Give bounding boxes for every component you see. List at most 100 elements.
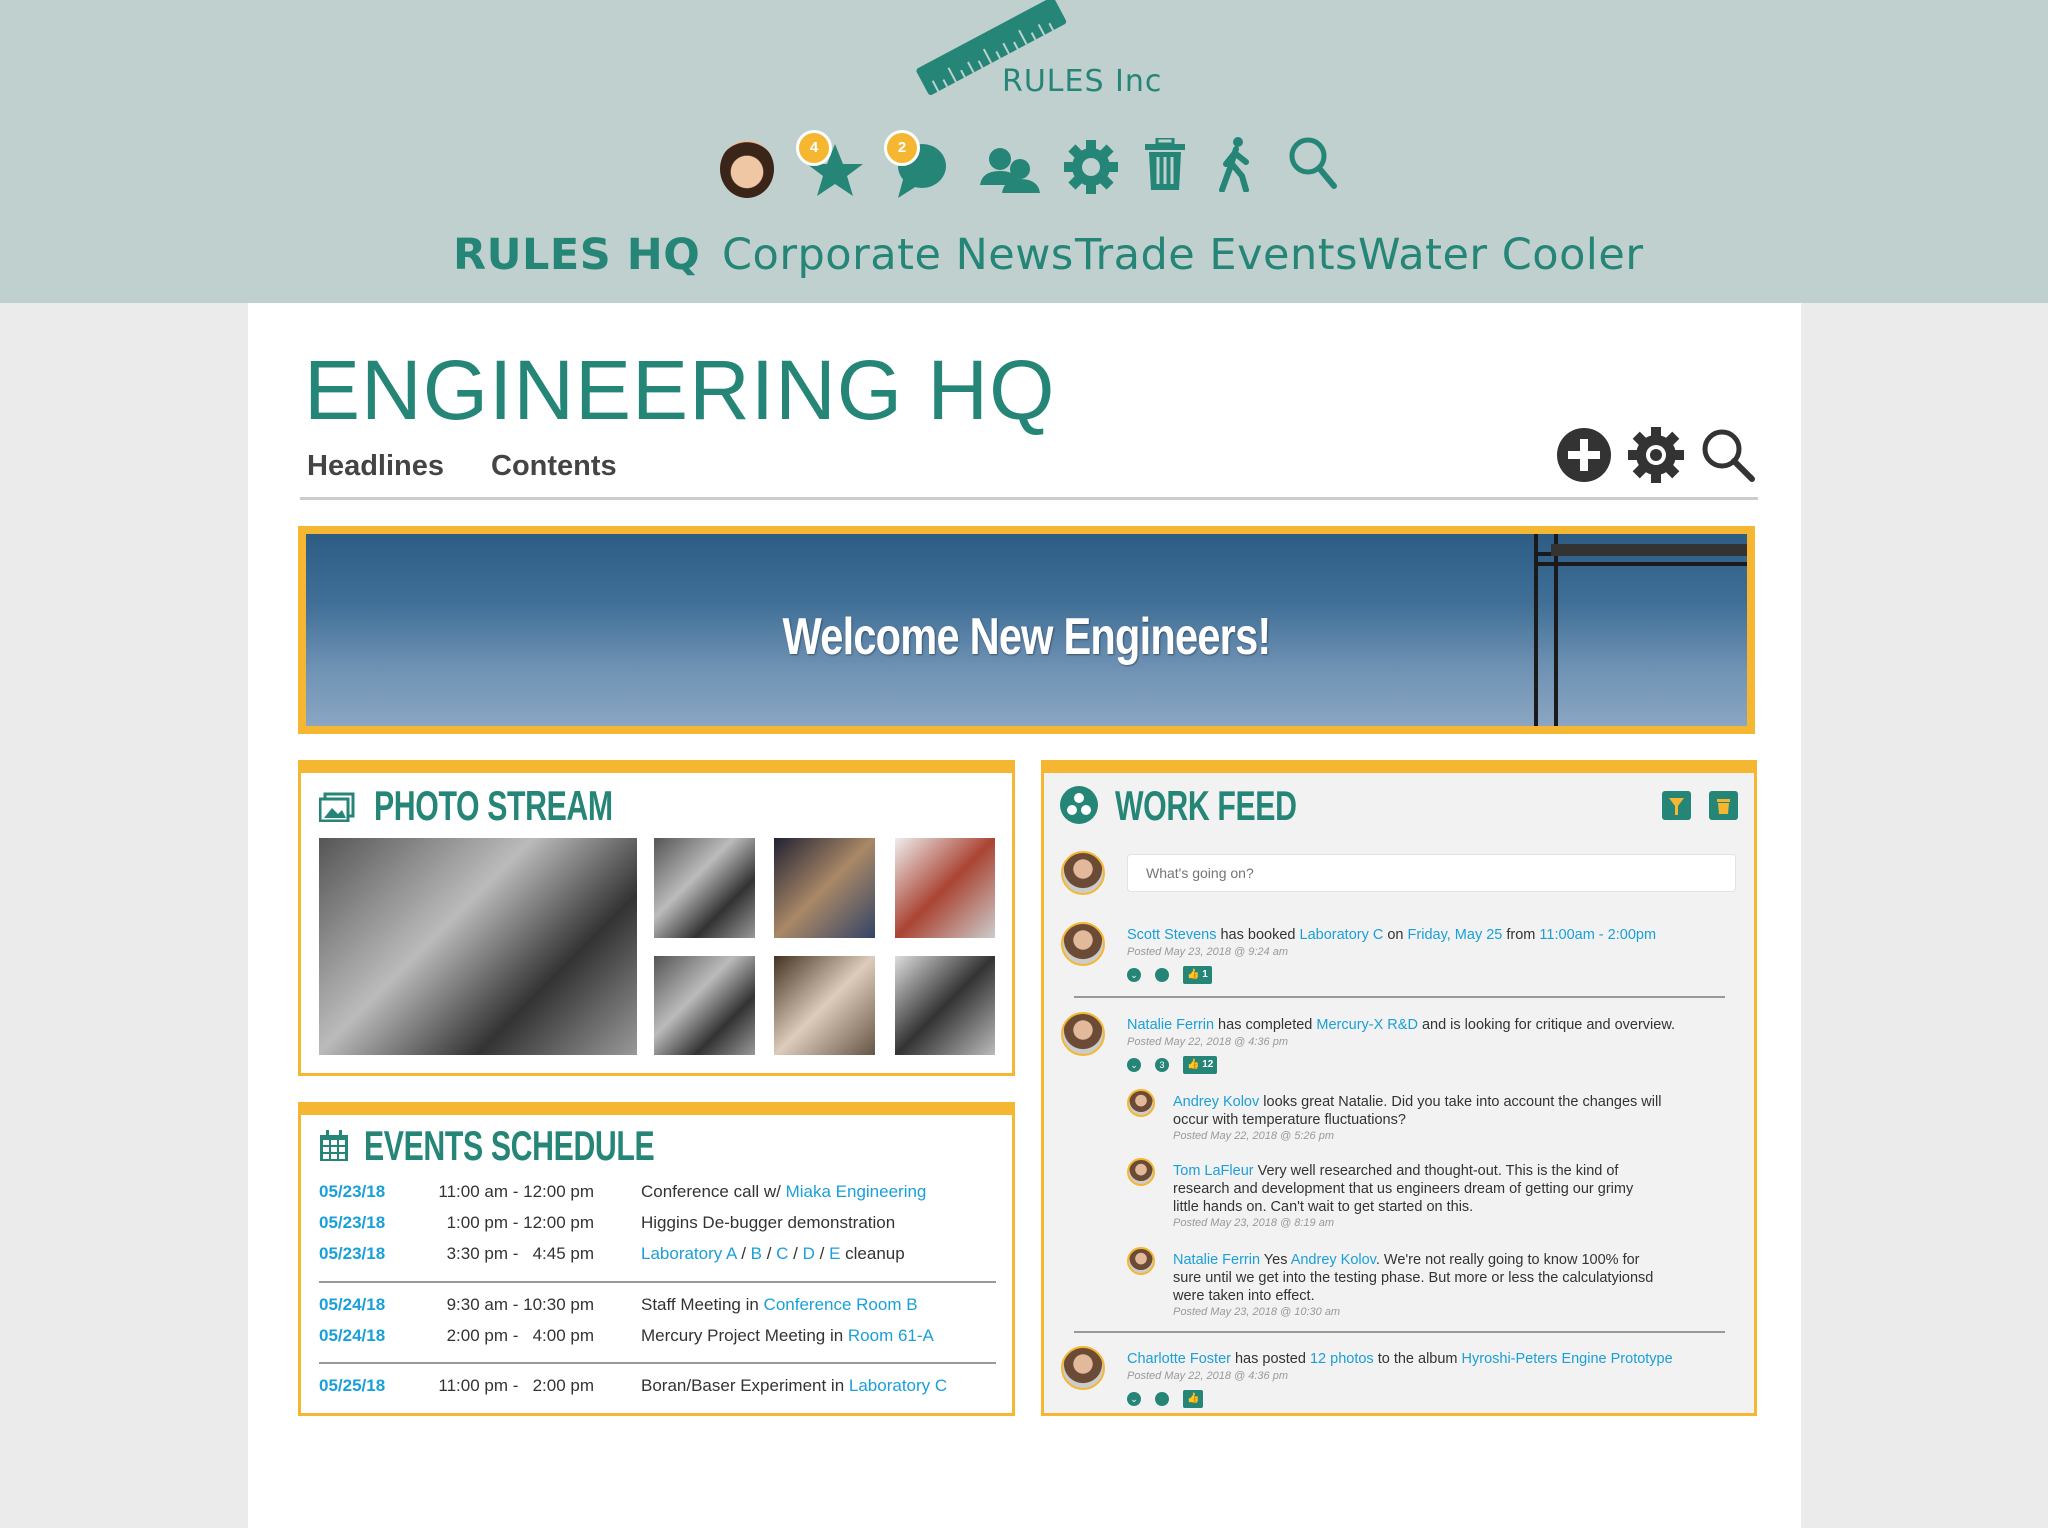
photo-thumbnail[interactable] [895, 838, 995, 938]
event-time: 3:30 pm - 4:45 pm [446, 1244, 594, 1263]
comment-icon[interactable]: 3 [1155, 1058, 1169, 1072]
reply-timestamp: Posted May 23, 2018 @ 8:19 am [1173, 1217, 1334, 1229]
photo-thumbnail[interactable] [774, 838, 875, 938]
clear-feed-button[interactable] [1709, 791, 1738, 820]
text-segment: Staff Meeting in [641, 1295, 764, 1314]
walking-icon[interactable] [1218, 136, 1254, 192]
post-actions: ⌄ 3 👍 12 [1127, 1056, 1218, 1074]
like-button[interactable]: 👍 12 [1183, 1056, 1218, 1074]
feed-link[interactable]: B [751, 1244, 762, 1263]
feed-link[interactable]: C [776, 1244, 788, 1263]
work-feed-icon [1060, 786, 1098, 824]
feed-link[interactable]: D [803, 1244, 815, 1263]
text-segment: Boran/Baser Experiment in [641, 1376, 849, 1395]
event-description: Conference call w/ Miaka Engineering [641, 1182, 926, 1202]
text-segment: from [1502, 927, 1540, 943]
event-time: 9:30 am - 10:30 pm [446, 1295, 594, 1314]
user-avatar[interactable] [1127, 1158, 1155, 1186]
photo-thumbnail[interactable] [654, 838, 755, 938]
text-segment: Yes [1260, 1252, 1291, 1268]
like-button[interactable]: 👍 1 [1183, 966, 1212, 984]
expand-icon[interactable]: ⌄ [1127, 1392, 1141, 1406]
feed-link[interactable]: Conference Room B [764, 1295, 918, 1314]
feed-link[interactable]: Room 61-A [848, 1326, 934, 1345]
search-icon[interactable] [1700, 427, 1756, 483]
site-header: RULES Inc 4 2 RULES HQ Corporate News Tr… [0, 0, 2048, 303]
user-avatar[interactable] [1061, 1012, 1105, 1056]
event-time: 11:00 am - 12:00 pm [438, 1182, 594, 1201]
reply-text: Tom LaFleur Very well researched and tho… [1173, 1162, 1663, 1216]
feed-link[interactable]: Scott Stevens [1127, 927, 1216, 943]
expand-icon[interactable]: ⌄ [1127, 1058, 1141, 1072]
text-segment: Higgins De-bugger demonstration [641, 1213, 896, 1232]
nav-corporate-news[interactable]: Corporate News [722, 230, 1074, 280]
like-button[interactable]: 👍 [1183, 1390, 1204, 1408]
user-avatar[interactable] [1061, 1346, 1105, 1390]
event-description: Staff Meeting in Conference Room B [641, 1295, 918, 1315]
photo-thumbnail[interactable] [319, 838, 637, 1055]
feed-link[interactable]: 12 photos [1310, 1351, 1374, 1367]
user-avatar[interactable] [1127, 1247, 1155, 1275]
user-avatar[interactable] [1061, 922, 1105, 966]
text-segment: on [1383, 927, 1408, 943]
photo-thumbnail[interactable] [895, 956, 995, 1055]
nav-rules-hq[interactable]: RULES HQ [453, 230, 700, 280]
nav-trade-events[interactable]: Trade Events [1075, 230, 1358, 280]
work-feed-title: WORK FEED [1115, 782, 1297, 829]
calendar-icon [320, 1130, 348, 1161]
event-date: 05/23/18 [319, 1182, 386, 1201]
feed-link[interactable]: Mercury-X R&D [1316, 1017, 1418, 1033]
filter-button[interactable] [1662, 791, 1691, 820]
feed-link[interactable]: Laboratory C [1300, 927, 1384, 943]
feed-link[interactable]: Laboratory C [849, 1376, 947, 1395]
users-icon[interactable] [980, 145, 1042, 193]
expand-icon[interactable]: ⌄ [1127, 968, 1141, 982]
events-divider [319, 1281, 996, 1283]
post-timestamp: Posted May 22, 2018 @ 4:36 pm [1127, 1370, 1288, 1382]
tab-headlines[interactable]: Headlines [307, 450, 444, 483]
photo-stream-title: PHOTO STREAM [374, 782, 613, 829]
photo-thumbnail[interactable] [654, 956, 755, 1055]
feed-link[interactable]: Natalie Ferrin [1173, 1252, 1260, 1268]
event-date: 05/23/18 [319, 1244, 386, 1263]
comment-icon[interactable] [1155, 1392, 1169, 1406]
events-divider [319, 1362, 996, 1364]
nav-water-cooler[interactable]: Water Cooler [1358, 230, 1644, 280]
user-avatar[interactable] [1127, 1089, 1155, 1117]
feed-link[interactable]: Tom LaFleur [1173, 1163, 1254, 1179]
event-date: 05/23/18 [319, 1213, 386, 1232]
tab-contents[interactable]: Contents [491, 450, 617, 483]
favorites-badge: 4 [796, 130, 832, 166]
photo-thumbnail[interactable] [774, 956, 875, 1055]
status-input[interactable] [1127, 854, 1736, 892]
text-segment: to the album [1373, 1351, 1462, 1367]
feed-link[interactable]: Andrey Kolov [1173, 1094, 1259, 1110]
gear-icon[interactable] [1064, 140, 1118, 194]
post-actions: ⌄ 👍 [1127, 1390, 1204, 1408]
feed-link[interactable]: Friday, May 25 [1408, 927, 1503, 943]
feed-link[interactable]: Natalie Ferrin [1127, 1017, 1214, 1033]
search-icon[interactable] [1288, 136, 1338, 190]
text-segment: / [814, 1244, 830, 1263]
feed-link[interactable]: Laboratory A [641, 1244, 736, 1263]
feed-link[interactable]: Andrey Kolov [1291, 1252, 1376, 1268]
feed-link[interactable]: 11:00am - 2:00pm [1539, 927, 1656, 943]
event-date: 05/24/18 [319, 1295, 386, 1314]
post-timestamp: Posted May 23, 2018 @ 9:24 am [1127, 946, 1288, 958]
event-description: Boran/Baser Experiment in Laboratory C [641, 1376, 947, 1396]
feed-link[interactable]: E [829, 1244, 840, 1263]
feed-post-text: Scott Stevens has booked Laboratory C on… [1127, 926, 1737, 944]
reply-text: Natalie Ferrin Yes Andrey Kolov. We're n… [1173, 1251, 1663, 1305]
feed-post-text: Charlotte Foster has posted 12 photos to… [1127, 1350, 1737, 1368]
trash-icon[interactable] [1145, 138, 1185, 190]
feed-link[interactable]: Charlotte Foster [1127, 1351, 1231, 1367]
comment-icon[interactable] [1155, 968, 1169, 982]
user-avatar[interactable] [720, 140, 774, 198]
text-segment: Mercury Project Meeting in [641, 1326, 848, 1345]
plus-circle-icon[interactable] [1556, 427, 1612, 483]
welcome-banner[interactable]: Welcome New Engineers! [298, 526, 1755, 734]
text-segment: cleanup [840, 1244, 905, 1263]
feed-link[interactable]: Hyroshi-Peters Engine Prototype [1462, 1351, 1673, 1367]
gear-icon[interactable] [1628, 427, 1684, 483]
feed-link[interactable]: Miaka Engineering [786, 1182, 927, 1201]
